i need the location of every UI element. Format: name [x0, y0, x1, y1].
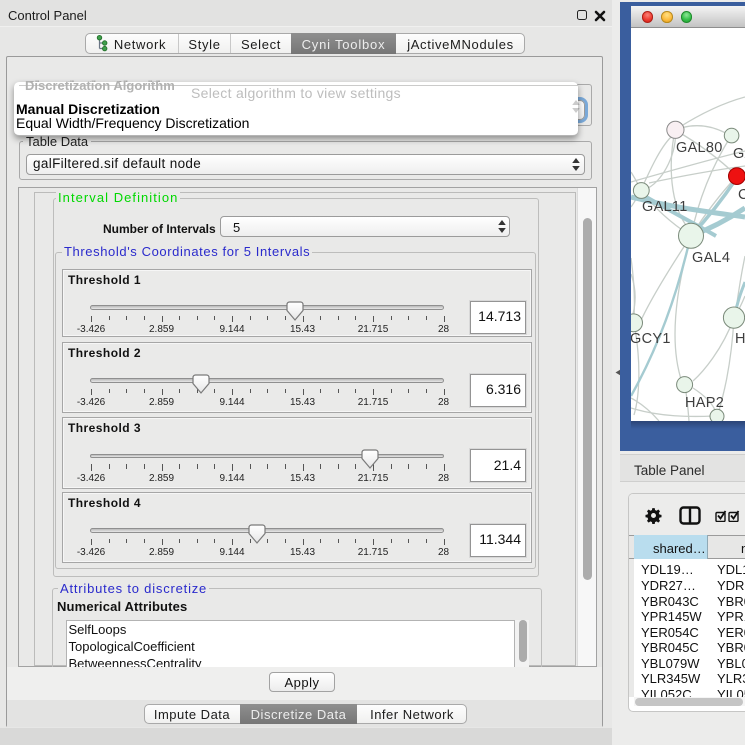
svg-text:GCY1: GCY1: [631, 331, 671, 347]
svg-text:H: H: [735, 331, 745, 347]
svg-text:GAL4: GAL4: [692, 250, 730, 266]
svg-text:HAP2: HAP2: [685, 395, 724, 411]
svg-text:GAL80: GAL80: [676, 140, 723, 156]
svg-text:GAL11: GAL11: [642, 199, 688, 215]
svg-text:GA: GA: [733, 146, 745, 162]
svg-text:C: C: [738, 187, 745, 203]
